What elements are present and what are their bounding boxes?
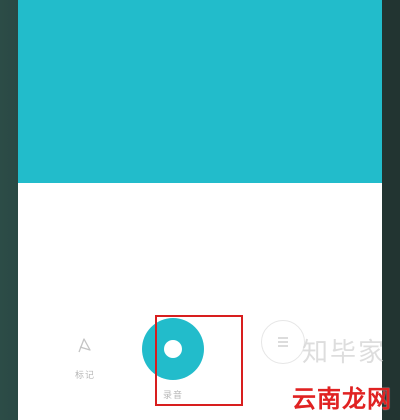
waveform-display-area <box>18 0 382 183</box>
watermark-top-text: 知毕家 <box>301 338 386 368</box>
phone-frame: 标记 录音 知毕家 云南龙网 <box>0 0 400 420</box>
mark-label: 标记 <box>74 371 95 381</box>
watermark: 知毕家 云南龙网 <box>257 332 392 414</box>
mark-button[interactable]: 标记 <box>60 330 110 381</box>
highlight-box <box>155 315 243 406</box>
watermark-bottom-text: 云南龙网 <box>292 385 392 413</box>
flag-icon <box>70 330 100 360</box>
